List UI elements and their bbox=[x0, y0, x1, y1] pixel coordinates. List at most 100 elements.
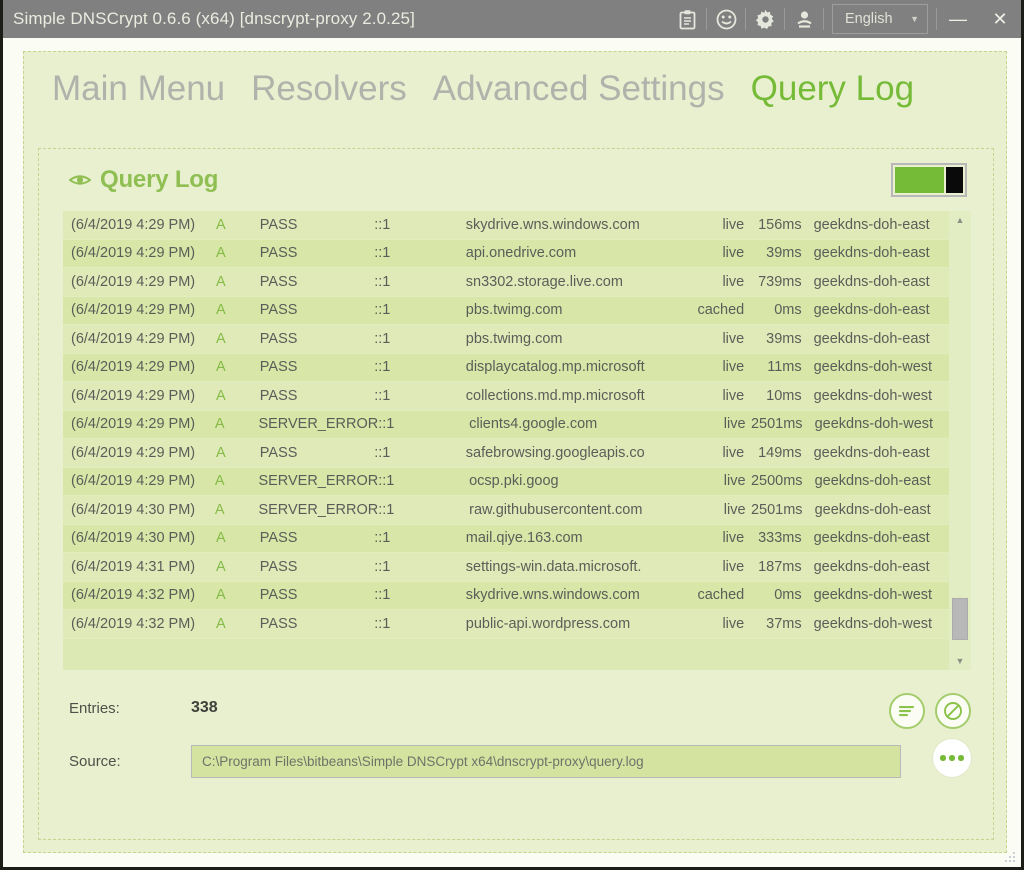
source-path-input[interactable]: C:\Program Files\bitbeans\Simple DNSCryp… bbox=[191, 745, 901, 778]
log-cell-source: live bbox=[674, 274, 749, 290]
table-row[interactable]: (6/4/2019 4:29 PM)APASS::1pbs.twimg.comc… bbox=[63, 297, 949, 326]
table-row[interactable]: (6/4/2019 4:32 PM)APASS::1skydrive.wns.w… bbox=[63, 582, 949, 611]
entries-row: Entries: 338 bbox=[39, 684, 995, 732]
log-cell-source: live bbox=[674, 616, 749, 632]
user-icon[interactable] bbox=[785, 0, 823, 38]
log-cell-client: ::1 bbox=[374, 217, 466, 233]
language-dropdown[interactable]: English ▼ bbox=[832, 4, 928, 34]
query-log-card: Query Log (6/4/2019 4:29 PM)APASS::1skyd… bbox=[38, 148, 994, 840]
log-lines-button[interactable] bbox=[889, 693, 925, 729]
tab-query-log[interactable]: Query Log bbox=[751, 70, 914, 109]
log-cell-resolver: geekdns-doh-east bbox=[808, 445, 949, 461]
log-cell-status: PASS bbox=[260, 302, 374, 318]
title-bar-controls: English ▼ — ✕ bbox=[668, 0, 1021, 38]
log-cell-type: A bbox=[216, 274, 260, 290]
scroll-up-arrow-icon[interactable]: ▲ bbox=[949, 211, 971, 229]
log-cell-duration: 187ms bbox=[748, 559, 807, 575]
query-log-table[interactable]: (6/4/2019 4:29 PM)APASS::1skydrive.wns.w… bbox=[63, 211, 971, 670]
minimize-button[interactable]: — bbox=[937, 0, 979, 38]
table-row[interactable]: (6/4/2019 4:32 PM)APASS::1public-api.wor… bbox=[63, 610, 949, 639]
table-row[interactable]: (6/4/2019 4:30 PM)ASERVER_ERROR::1raw.gi… bbox=[63, 496, 949, 525]
log-cell-domain: raw.githubusercontent.com bbox=[469, 502, 675, 518]
log-cell-duration: 2501ms bbox=[750, 502, 809, 518]
main-pane: Main Menu Resolvers Advanced Settings Qu… bbox=[23, 51, 1007, 853]
gear-icon[interactable] bbox=[746, 0, 784, 38]
app-window: Simple DNSCrypt 0.6.6 (x64) [dnscrypt-pr… bbox=[0, 0, 1024, 870]
log-cell-duration: 333ms bbox=[748, 530, 807, 546]
table-row[interactable]: (6/4/2019 4:29 PM)ASERVER_ERROR::1client… bbox=[63, 411, 949, 440]
log-cell-domain: skydrive.wns.windows.com bbox=[466, 587, 674, 603]
log-cell-status: PASS bbox=[260, 445, 374, 461]
query-log-rows: (6/4/2019 4:29 PM)APASS::1skydrive.wns.w… bbox=[63, 211, 949, 670]
table-row[interactable]: (6/4/2019 4:29 PM)APASS::1sn3302.storage… bbox=[63, 268, 949, 297]
log-cell-duration: 39ms bbox=[748, 245, 807, 261]
log-cell-duration: 0ms bbox=[748, 302, 807, 318]
log-cell-timestamp: (6/4/2019 4:29 PM) bbox=[71, 245, 216, 261]
close-button[interactable]: ✕ bbox=[979, 0, 1021, 38]
scrollbar-thumb[interactable] bbox=[952, 598, 968, 640]
log-cell-timestamp: (6/4/2019 4:29 PM) bbox=[71, 416, 215, 432]
log-cell-type: A bbox=[216, 245, 260, 261]
log-cell-client: ::1 bbox=[374, 559, 466, 575]
log-cell-duration: 2500ms bbox=[750, 473, 809, 489]
log-cell-domain: sn3302.storage.live.com bbox=[466, 274, 674, 290]
log-cell-duration: 0ms bbox=[748, 587, 807, 603]
tab-main-menu[interactable]: Main Menu bbox=[52, 70, 225, 109]
log-cell-resolver: geekdns-doh-east bbox=[808, 217, 949, 233]
log-cell-type: A bbox=[216, 302, 260, 318]
log-cell-type: A bbox=[215, 473, 259, 489]
more-options-button[interactable] bbox=[933, 739, 971, 777]
tab-resolvers[interactable]: Resolvers bbox=[251, 70, 407, 109]
table-row[interactable]: (6/4/2019 4:29 PM)ASERVER_ERROR::1ocsp.p… bbox=[63, 468, 949, 497]
log-cell-domain: displaycatalog.mp.microsoft bbox=[466, 359, 674, 375]
log-cell-resolver: geekdns-doh-east bbox=[808, 559, 949, 575]
table-row[interactable]: (6/4/2019 4:29 PM)APASS::1pbs.twimg.coml… bbox=[63, 325, 949, 354]
log-cell-status: PASS bbox=[260, 388, 374, 404]
log-cell-source: live bbox=[674, 359, 749, 375]
log-cell-timestamp: (6/4/2019 4:29 PM) bbox=[71, 388, 216, 404]
log-cell-type: A bbox=[216, 388, 260, 404]
log-cell-status: SERVER_ERROR bbox=[258, 502, 378, 518]
resize-grip[interactable] bbox=[1003, 850, 1017, 864]
log-cell-timestamp: (6/4/2019 4:29 PM) bbox=[71, 331, 216, 347]
log-cell-client: ::1 bbox=[374, 445, 466, 461]
log-cell-client: ::1 bbox=[374, 302, 466, 318]
log-cell-domain: safebrowsing.googleapis.co bbox=[466, 445, 674, 461]
log-cell-domain: mail.qiye.163.com bbox=[466, 530, 674, 546]
query-log-toggle[interactable] bbox=[891, 163, 967, 197]
log-cell-domain: skydrive.wns.windows.com bbox=[466, 217, 674, 233]
smiley-icon[interactable] bbox=[707, 0, 745, 38]
log-cell-duration: 39ms bbox=[748, 331, 807, 347]
log-cell-domain: api.onedrive.com bbox=[466, 245, 674, 261]
clear-log-button[interactable] bbox=[935, 693, 971, 729]
vertical-scrollbar[interactable]: ▲ ▼ bbox=[949, 211, 971, 670]
table-row[interactable]: (6/4/2019 4:29 PM)APASS::1skydrive.wns.w… bbox=[63, 211, 949, 240]
log-cell-status: PASS bbox=[260, 359, 374, 375]
log-cell-source: live bbox=[674, 559, 749, 575]
scrollbar-track[interactable] bbox=[949, 229, 971, 652]
log-cell-timestamp: (6/4/2019 4:29 PM) bbox=[71, 359, 216, 375]
log-cell-client: ::1 bbox=[374, 530, 466, 546]
table-row[interactable]: (6/4/2019 4:29 PM)APASS::1safebrowsing.g… bbox=[63, 439, 949, 468]
entries-label: Entries: bbox=[69, 700, 191, 717]
entries-count: 338 bbox=[191, 699, 218, 717]
table-row[interactable]: (6/4/2019 4:29 PM)APASS::1collections.md… bbox=[63, 382, 949, 411]
table-row[interactable]: (6/4/2019 4:29 PM)APASS::1displaycatalog… bbox=[63, 354, 949, 383]
table-row[interactable]: (6/4/2019 4:31 PM)APASS::1settings-win.d… bbox=[63, 553, 949, 582]
table-row[interactable]: (6/4/2019 4:30 PM)APASS::1mail.qiye.163.… bbox=[63, 525, 949, 554]
log-cell-source: live bbox=[674, 445, 749, 461]
log-cell-status: PASS bbox=[260, 559, 374, 575]
ellipsis-icon bbox=[940, 755, 964, 761]
log-cell-source: live bbox=[675, 473, 749, 489]
log-cell-source: live bbox=[674, 331, 749, 347]
log-cell-type: A bbox=[216, 359, 260, 375]
page-title: Query Log bbox=[100, 166, 218, 194]
table-row[interactable]: (6/4/2019 4:29 PM)APASS::1api.onedrive.c… bbox=[63, 240, 949, 269]
log-cell-domain: settings-win.data.microsoft. bbox=[466, 559, 674, 575]
log-cell-timestamp: (6/4/2019 4:30 PM) bbox=[71, 502, 215, 518]
scroll-down-arrow-icon[interactable]: ▼ bbox=[949, 652, 971, 670]
log-cell-timestamp: (6/4/2019 4:29 PM) bbox=[71, 473, 215, 489]
clipboard-icon[interactable] bbox=[668, 0, 706, 38]
tab-advanced-settings[interactable]: Advanced Settings bbox=[433, 70, 725, 109]
divider bbox=[823, 8, 824, 30]
